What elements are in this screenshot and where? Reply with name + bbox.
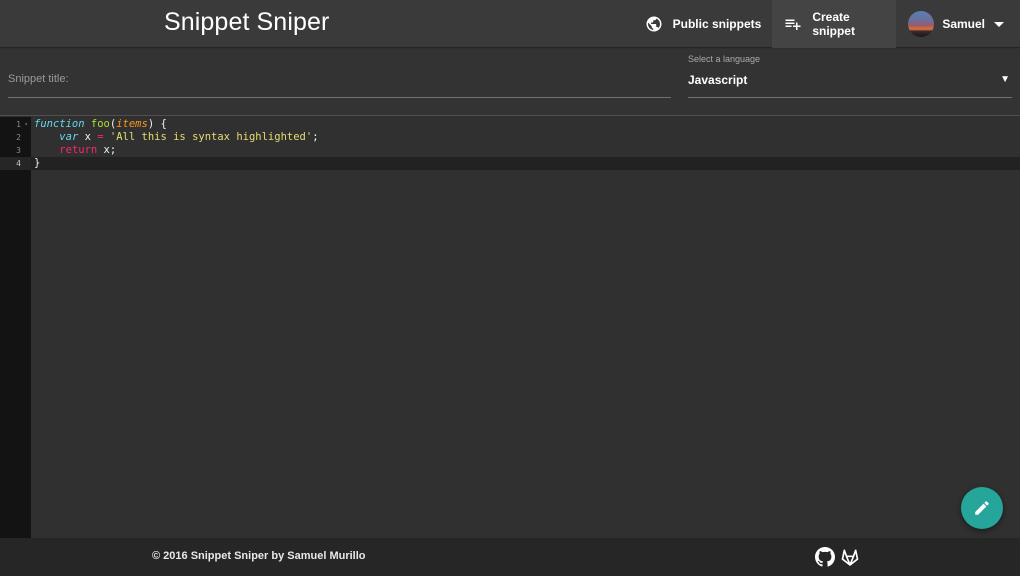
- line-number-text: 2: [16, 133, 21, 142]
- token-string: 'All this is syntax highlighted': [109, 131, 313, 143]
- top-navbar: Snippet Sniper Public snippets Create sn…: [0, 0, 1020, 48]
- edit-fab-button[interactable]: [961, 487, 1003, 529]
- token-function-name: foo: [90, 118, 110, 130]
- token-punct: ;: [312, 131, 319, 143]
- token-identifier: x: [78, 131, 98, 143]
- create-snippet-link[interactable]: Create snippet: [772, 0, 897, 48]
- token-keyword: return: [59, 144, 98, 156]
- language-select[interactable]: Select a language Javascript ▼: [688, 49, 1012, 98]
- active-line-highlight: [31, 157, 1020, 170]
- snippet-title-input[interactable]: [8, 67, 671, 91]
- code-line: }: [34, 157, 40, 170]
- nav-menu: Public snippets Create snippet Samuel: [635, 0, 1020, 48]
- token-brace: }: [34, 157, 41, 169]
- line-number-text: 4: [16, 159, 21, 168]
- footer: © 2016 Snippet Sniper by Samuel Murillo: [0, 538, 1020, 576]
- language-selected-value: Javascript: [688, 73, 748, 87]
- line-number: 3: [0, 144, 31, 157]
- brand-logo[interactable]: Snippet Sniper: [164, 8, 329, 37]
- avatar: [908, 11, 935, 37]
- public-snippets-label: Public snippets: [672, 17, 762, 31]
- language-select-label: Select a language: [688, 54, 761, 64]
- public-snippets-link[interactable]: Public snippets: [635, 0, 773, 48]
- code-line: function foo(items) {: [34, 118, 167, 131]
- token-param: items: [116, 118, 148, 130]
- caret-down-icon: [994, 21, 1004, 27]
- token-storage: var: [59, 131, 79, 143]
- user-name: Samuel: [942, 17, 985, 31]
- code-line: var x = 'All this is syntax highlighted'…: [34, 131, 319, 144]
- fold-arrow-icon[interactable]: ▾: [24, 118, 28, 131]
- playlist-add-icon: [784, 15, 802, 33]
- line-number: 1 ▾: [0, 118, 31, 131]
- dropdown-arrow-icon: ▼: [1000, 74, 1010, 85]
- line-number-text: 3: [16, 146, 21, 155]
- line-number-text: 1: [16, 120, 21, 129]
- pencil-icon: [973, 499, 991, 517]
- line-number: 2: [0, 131, 31, 144]
- code-editor[interactable]: 1 ▾ 2 3 4 function foo(items) { var x = …: [0, 117, 1020, 538]
- user-menu[interactable]: Samuel: [896, 0, 1020, 48]
- github-icon[interactable]: [815, 547, 835, 567]
- snippet-title-field: Snippet title:: [8, 49, 671, 98]
- token-identifier: x;: [97, 144, 117, 156]
- gitlab-icon[interactable]: [840, 547, 860, 567]
- code-line: return x;: [34, 144, 116, 157]
- token-paren: ) {: [147, 118, 167, 130]
- token-storage: function: [34, 118, 85, 130]
- snippet-form: Snippet title: Select a language Javascr…: [0, 49, 1020, 116]
- editor-gutter: 1 ▾ 2 3 4: [0, 117, 31, 538]
- globe-icon: [645, 15, 663, 33]
- create-snippet-label: Create snippet: [812, 10, 855, 38]
- copyright-text: © 2016 Snippet Sniper by Samuel Murillo: [152, 550, 366, 562]
- line-number-active: 4: [0, 157, 31, 170]
